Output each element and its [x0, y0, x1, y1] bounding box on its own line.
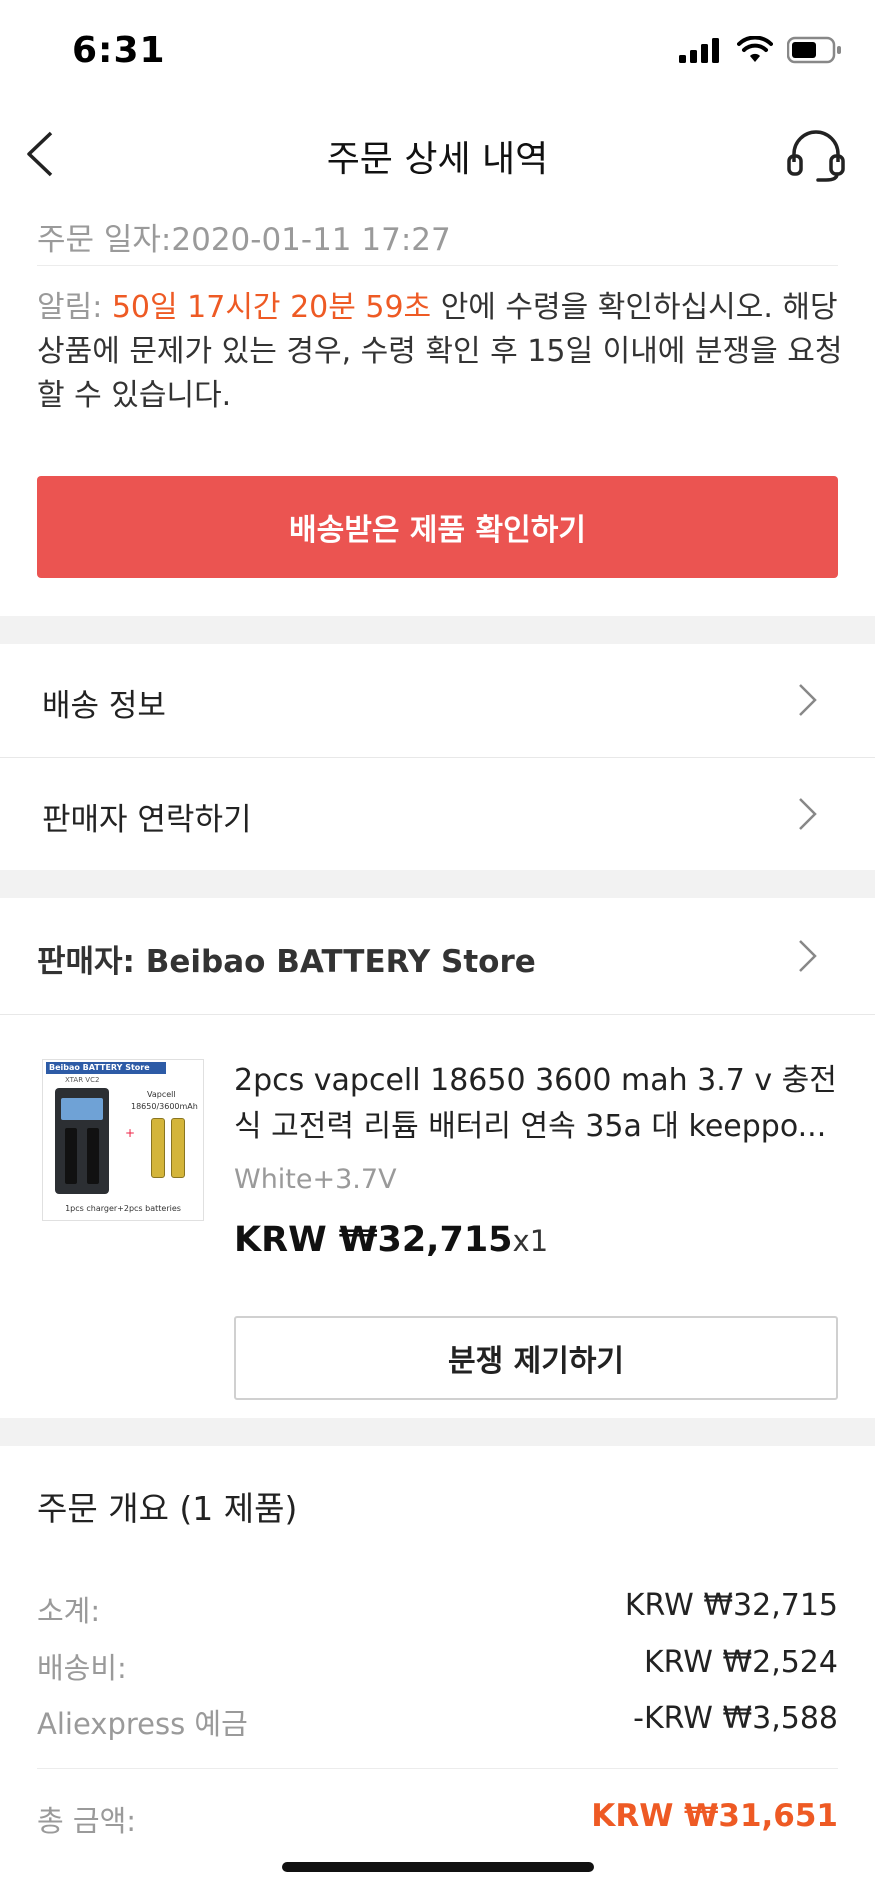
total-value: KRW ₩31,651	[591, 1798, 838, 1834]
contact-seller-row[interactable]: 판매자 연락하기	[0, 758, 875, 870]
open-dispute-button[interactable]: 분쟁 제기하기	[234, 1316, 838, 1400]
seller-store-row[interactable]: 판매자: Beibao BATTERY Store	[0, 898, 875, 1014]
home-indicator[interactable]	[282, 1862, 594, 1872]
status-time: 6:31	[72, 30, 166, 71]
divider	[37, 265, 838, 266]
thumbnail-model: XTAR VC2	[65, 1076, 100, 1084]
product-variant: White+3.7V	[234, 1164, 397, 1195]
product-quantity: x1	[512, 1224, 549, 1258]
chevron-right-icon	[799, 940, 817, 972]
product-thumbnail[interactable]: Beibao BATTERY Store XTAR VC2 Vapcell 18…	[42, 1059, 204, 1221]
product-price: KRW ₩32,715x1	[234, 1220, 548, 1260]
divider	[37, 1768, 838, 1769]
shipping-fee-value: KRW ₩2,524	[643, 1645, 838, 1680]
price-value: KRW ₩32,715	[234, 1220, 513, 1260]
countdown-timer: 50일 17시간 20분 59초	[111, 290, 432, 325]
customer-support-button[interactable]	[781, 120, 851, 190]
chevron-right-icon	[799, 684, 817, 716]
subtotal-label: 소계:	[37, 1594, 101, 1628]
signal-icon	[679, 38, 719, 63]
order-detail-page: 6:31 주문 상세 내역 주문 일자:2020-01-11 17:27 알림:…	[0, 0, 875, 1895]
section-gap	[0, 1418, 875, 1446]
thumbnail-banner: Beibao BATTERY Store	[46, 1062, 166, 1074]
page-title: 주문 상세 내역	[326, 139, 549, 180]
confirm-receipt-button[interactable]: 배송받은 제품 확인하기	[37, 476, 838, 578]
thumbnail-spec: 18650/3600mAh	[131, 1102, 198, 1111]
credit-row: Aliexpress 예금 -KRW ₩3,588	[37, 1701, 838, 1745]
charger-image	[55, 1088, 109, 1194]
contact-seller-label: 판매자 연락하기	[42, 802, 252, 838]
shipping-fee-row: 배송비: KRW ₩2,524	[37, 1645, 838, 1689]
thumbnail-brand: Vapcell	[147, 1090, 176, 1099]
product-title[interactable]: 2pcs vapcell 18650 3600 mah 3.7 v 충전식 고전…	[234, 1058, 838, 1150]
subtotal-value: KRW ₩32,715	[624, 1588, 838, 1623]
order-date: 주문 일자:2020-01-11 17:27	[37, 222, 451, 258]
shipping-info-label: 배송 정보	[42, 688, 166, 724]
nav-bar: 주문 상세 내역	[0, 104, 875, 204]
charger-slot	[87, 1128, 99, 1184]
charger-slot	[65, 1128, 77, 1184]
status-bar: 6:31	[0, 0, 875, 104]
subtotal-row: 소계: KRW ₩32,715	[37, 1588, 838, 1632]
seller-name: 판매자: Beibao BATTERY Store	[37, 944, 536, 980]
notice-label: 알림:	[37, 290, 112, 325]
section-gap	[0, 616, 875, 644]
section-gap	[0, 870, 875, 898]
battery-image	[171, 1118, 185, 1178]
order-summary-title: 주문 개요 (1 제품)	[37, 1489, 298, 1528]
battery-image	[151, 1118, 165, 1178]
shipping-fee-label: 배송비:	[37, 1651, 127, 1685]
wifi-icon	[737, 36, 773, 62]
plus-icon: +	[125, 1126, 136, 1140]
charger-screen	[61, 1098, 103, 1120]
receipt-notice: 알림: 50일 17시간 20분 59초 안에 수령을 확인하십시오. 해당 상…	[37, 286, 845, 418]
battery-icon	[787, 36, 841, 64]
credit-value: -KRW ₩3,588	[633, 1701, 838, 1736]
chevron-right-icon	[799, 798, 817, 830]
headset-icon	[787, 130, 845, 182]
thumbnail-caption: 1pcs charger+2pcs batteries	[65, 1204, 181, 1213]
divider	[0, 1014, 875, 1015]
total-row: 총 금액: KRW ₩31,651	[37, 1798, 838, 1842]
status-icons	[679, 36, 843, 64]
shipping-info-row[interactable]: 배송 정보	[0, 644, 875, 756]
credit-label: Aliexpress 예금	[37, 1707, 248, 1741]
total-label: 총 금액:	[37, 1804, 137, 1838]
